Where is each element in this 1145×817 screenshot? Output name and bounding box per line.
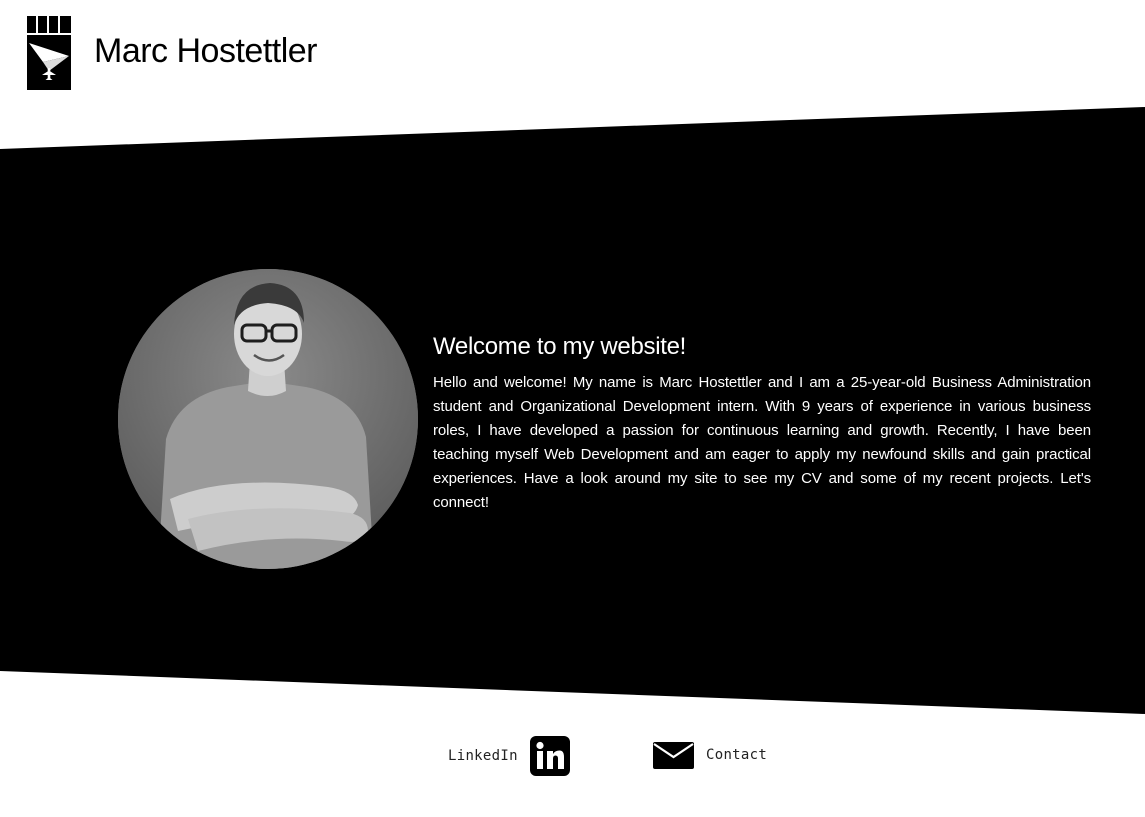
intro-text: Hello and welcome! My name is Marc Hoste… <box>433 374 1091 511</box>
site-header: Marc Hostettler <box>0 0 1145 100</box>
contact-link[interactable]: Contact <box>653 740 767 770</box>
envelope-icon[interactable] <box>653 740 694 770</box>
intro-section: Welcome to my website! Hello and welcome… <box>433 332 1091 515</box>
profile-photo <box>118 269 418 569</box>
intro-heading: Welcome to my website! <box>433 333 687 360</box>
page: Marc Hostettler Welcome to my website! H… <box>0 0 1145 817</box>
site-title[interactable]: Marc Hostettler <box>94 31 318 71</box>
linkedin-icon[interactable] <box>529 736 570 776</box>
contact-label[interactable]: Contact <box>706 747 767 763</box>
linkedin-label[interactable]: LinkedIn <box>448 748 518 764</box>
linkedin-link[interactable]: LinkedIn <box>448 736 570 776</box>
logo-icon[interactable] <box>27 16 71 90</box>
